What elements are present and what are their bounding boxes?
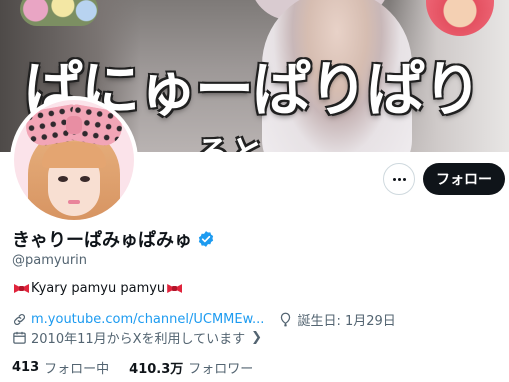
bio-text: Kyary pamyu pamyu <box>31 281 166 296</box>
following-count[interactable]: 413 <box>12 360 39 375</box>
calendar-icon <box>13 331 26 344</box>
joined-text: 2010年11月からXを利用しています <box>31 332 246 347</box>
avatar-eye-right <box>80 176 90 182</box>
more-dots-icon-dot <box>402 177 406 181</box>
ribbon-emoji <box>167 283 182 294</box>
more-options-button[interactable] <box>383 163 415 195</box>
avatar-eye-left <box>58 176 68 182</box>
followers-count[interactable]: 410.3万 <box>129 358 183 377</box>
following-label[interactable]: フォロー中 <box>44 358 109 377</box>
birthday-balloon-icon <box>281 312 291 327</box>
website-link[interactable]: m.youtube.com/channel/UCMMEw... <box>31 312 264 327</box>
birthday-text: 誕生日: 1月29日 <box>297 314 396 329</box>
profile-meta-row-1: m.youtube.com/channel/UCMMEw... 誕生日: 1月2… <box>12 310 396 329</box>
verified-badge-icon[interactable] <box>197 230 215 248</box>
ribbon-emoji <box>14 283 29 294</box>
banner-subcaption: ると <box>196 126 264 152</box>
banner-flowers <box>20 0 98 26</box>
avatar-bow-knot <box>66 116 82 134</box>
profile-meta-row-2: 2010年11月からXを利用しています ❯ <box>12 328 262 347</box>
link-icon <box>14 314 25 325</box>
more-dots-icon-dot <box>397 177 401 181</box>
display-name: きゃりーぱみゅぱみゅ <box>12 230 192 251</box>
followers-label[interactable]: フォロワー <box>188 358 253 377</box>
name-row: きゃりーぱみゅぱみゅ <box>12 226 215 252</box>
profile-bio: Kyary pamyu pamyu <box>12 281 184 296</box>
user-handle: @pamyurin <box>12 253 88 268</box>
more-dots-icon <box>392 177 396 181</box>
avatar-lips <box>68 200 80 204</box>
chevron-right-icon[interactable]: ❯ <box>251 330 262 345</box>
profile-avatar[interactable] <box>10 96 138 224</box>
follow-button[interactable]: フォロー <box>423 163 505 195</box>
avatar-bangs <box>42 142 106 168</box>
follow-counts: 413 フォロー中 410.3万 フォロワー <box>12 358 253 377</box>
